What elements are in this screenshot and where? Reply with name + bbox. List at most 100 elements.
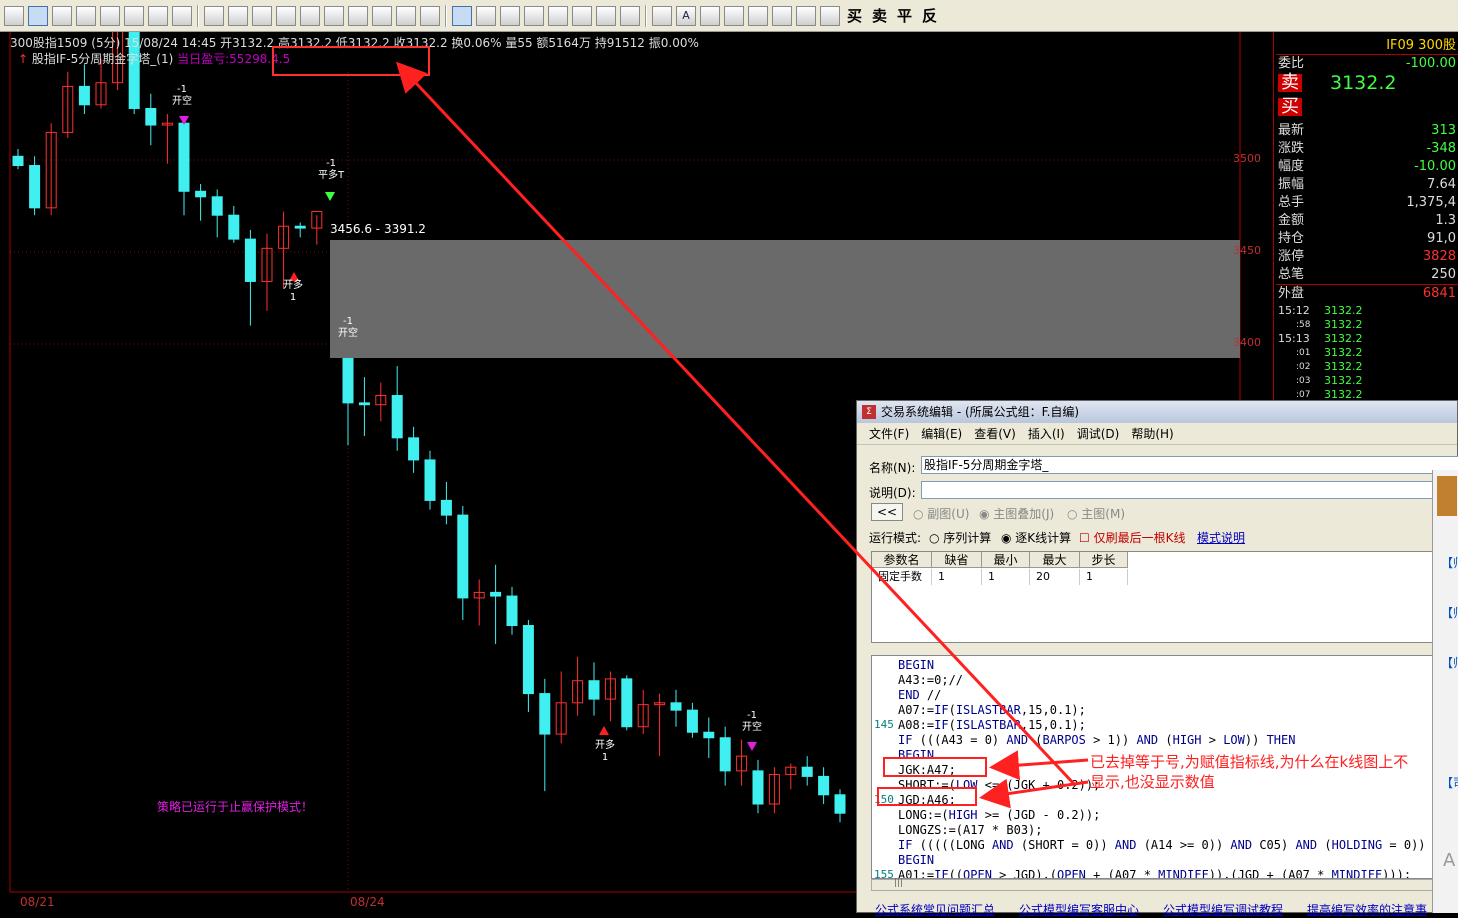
radio-subchart[interactable]: ○ 副图(U) — [913, 505, 969, 522]
tools-icon[interactable] — [820, 5, 840, 26]
side-item[interactable]: 【师 — [1441, 604, 1458, 621]
tick-time: 15:12 — [1278, 304, 1310, 317]
description-field[interactable] — [921, 481, 1458, 499]
param-cell[interactable]: 20 — [1030, 569, 1080, 585]
candle-body — [78, 85, 90, 106]
bar-icon[interactable] — [76, 5, 96, 26]
menu-item[interactable]: 查看(V) — [974, 425, 1016, 442]
code-line: A08:=IF(ISLASTBAR,15,0.1); — [898, 718, 1086, 732]
toolbar-separator — [645, 4, 647, 27]
trading-system-editor-window[interactable]: Σ 交易系统编辑 - (所属公式组：F.自编) 文件(F) 编辑(E) 查看(V) 插… — [856, 400, 1458, 917]
cursor-icon[interactable] — [452, 5, 472, 26]
help-link[interactable]: 提高编写效率的注意事 — [1307, 903, 1427, 917]
menu-item[interactable]: 帮助(H) — [1131, 425, 1173, 442]
shape-c-icon[interactable] — [748, 5, 768, 26]
code-line: BEGIN — [898, 853, 935, 867]
candle-body — [588, 680, 600, 700]
grid-icon[interactable] — [324, 5, 344, 26]
price-band — [330, 240, 1240, 358]
menu-item[interactable]: 编辑(E) — [921, 425, 962, 442]
tick-time: 15:13 — [1278, 332, 1310, 345]
books-icon[interactable] — [396, 5, 416, 26]
pattern-icon[interactable] — [596, 5, 616, 26]
trade-button-0[interactable]: 买 — [847, 5, 862, 26]
candle-body — [539, 693, 551, 735]
tick-price: 3132.2 — [1324, 346, 1363, 359]
param-cell[interactable]: 1 — [982, 569, 1030, 585]
menu-item[interactable]: 调试(D) — [1077, 425, 1120, 442]
shape-b-icon[interactable] — [724, 5, 744, 26]
monitor-icon[interactable] — [348, 5, 368, 26]
radio-bar-calc[interactable]: ◉ 逐K线计算 — [1001, 529, 1071, 546]
circle-icon[interactable] — [652, 5, 672, 26]
candle-body — [228, 214, 240, 240]
menu-item[interactable]: 文件(F) — [869, 425, 909, 442]
up-arrow-icon: ↑ — [18, 52, 29, 66]
col-header: 步长 — [1080, 552, 1128, 568]
radio-sequence-calc[interactable]: ○ 序列计算 — [929, 529, 991, 546]
trade-button-1[interactable]: 卖 — [872, 5, 887, 26]
gann-icon[interactable] — [572, 5, 592, 26]
signal-open-long: 开多 1 — [283, 280, 303, 304]
name-field[interactable]: 股指IF-5分周期金字塔_ — [921, 456, 1458, 474]
A-icon[interactable]: A — [676, 5, 696, 26]
col-header: 最小 — [982, 552, 1030, 568]
param-cell[interactable]: 固定手数 — [872, 569, 932, 585]
shape-a-icon[interactable] — [700, 5, 720, 26]
help-link[interactable]: 公式系统常见问题汇总 — [875, 903, 995, 917]
help-icon[interactable] — [420, 5, 440, 26]
scroll-thumb[interactable]: ||| — [894, 878, 903, 888]
columns-icon[interactable] — [524, 5, 544, 26]
editor-titlebar[interactable]: Σ 交易系统编辑 - (所属公式组：F.自编) — [857, 401, 1457, 423]
help-link[interactable]: 公式模型编写客服中心 — [1019, 903, 1139, 917]
param-cell[interactable]: 1 — [1080, 569, 1128, 585]
indicator-icon[interactable] — [252, 5, 272, 26]
side-item[interactable]: 【师 — [1441, 554, 1458, 571]
collapse-button[interactable]: << — [871, 503, 903, 521]
quote-value: 1.3 — [1435, 213, 1456, 228]
layout-icon[interactable] — [4, 5, 24, 26]
list-icon[interactable] — [300, 5, 320, 26]
candle-body — [440, 499, 452, 516]
window-icon[interactable] — [124, 5, 144, 26]
candle-body — [195, 190, 207, 198]
trend-line-icon[interactable] — [476, 5, 496, 26]
crosshair-icon[interactable] — [28, 5, 48, 26]
signal-arrow-icon — [599, 726, 609, 735]
shape-d-icon[interactable] — [772, 5, 792, 26]
alert-icon[interactable] — [148, 5, 168, 26]
signal-num: -1 — [747, 710, 757, 721]
quote-row: 最新 313 — [1276, 122, 1458, 140]
horizontal-scrollbar[interactable]: ||| — [871, 878, 1458, 891]
indicator-name: 股指IF-5分周期金字塔_(1) — [31, 52, 174, 66]
checkbox-last-bar[interactable]: ☐ 仅刷最后一根K线 — [1079, 529, 1185, 546]
side-item[interactable]: 【司 — [1441, 774, 1458, 791]
trade-button-2[interactable]: 平 — [897, 5, 912, 26]
trade-button-3[interactable]: 反 — [922, 5, 937, 26]
calc-icon[interactable] — [796, 5, 816, 26]
quote-value: 7.64 — [1427, 177, 1456, 192]
zoom-in-icon[interactable] — [52, 5, 72, 26]
warn-icon[interactable] — [204, 5, 224, 26]
folder-icon[interactable] — [372, 5, 392, 26]
app-icon: Σ — [862, 405, 876, 419]
toolbar-separator — [197, 4, 199, 27]
lines-icon[interactable] — [500, 5, 520, 26]
rect-icon[interactable] — [620, 5, 640, 26]
radio-mainchart[interactable]: ○ 主图(M) — [1067, 505, 1125, 522]
menu-item[interactable]: 插入(I) — [1028, 425, 1065, 442]
radio-overlay[interactable]: ◉ 主图叠加(J) — [979, 505, 1054, 522]
formula-icon[interactable] — [228, 5, 248, 26]
fib-icon[interactable] — [548, 5, 568, 26]
quote-value: 1,375,4 — [1406, 195, 1456, 210]
parameter-table[interactable]: 参数名 缺省 最小 最大 步长 固定手数 1 1 20 1 — [871, 551, 1458, 643]
mode-help-link[interactable]: 模式说明 — [1197, 529, 1245, 546]
side-item[interactable]: 【师 — [1441, 654, 1458, 671]
edit-icon[interactable] — [100, 5, 120, 26]
signal-label: 开空 — [742, 722, 762, 733]
candle-body — [457, 514, 469, 599]
help-link[interactable]: 公式模型编写调试教程 — [1163, 903, 1283, 917]
print-icon[interactable] — [172, 5, 192, 26]
param-cell[interactable]: 1 — [932, 569, 982, 585]
table-icon[interactable] — [276, 5, 296, 26]
